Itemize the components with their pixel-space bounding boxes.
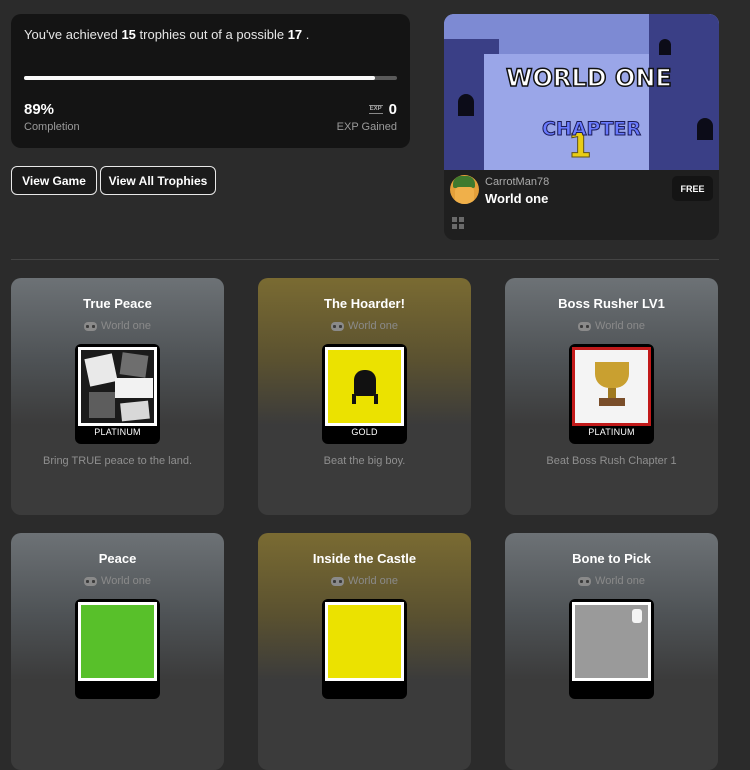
trophy-art-gold-cup — [572, 347, 651, 426]
completion-progress-bar — [24, 76, 397, 80]
trophy-description: Beat Boss Rush Chapter 1 — [546, 455, 677, 467]
gamepad-icon — [84, 321, 98, 331]
trophy-card[interactable]: Peace World one — [11, 533, 224, 770]
trophy-game: World one — [258, 575, 471, 587]
trophy-art-green — [78, 602, 157, 681]
trophy-name: True Peace — [83, 296, 152, 311]
trophy-game: World one — [11, 575, 224, 587]
completion-progress-fill — [24, 76, 375, 80]
summary-middle: trophies out of a possible — [139, 27, 285, 42]
trophy-badge — [569, 599, 654, 699]
game-card[interactable]: WORLD ONE 1 CHAPTER CarrotMan78 World on… — [444, 14, 719, 240]
trophy-description: Beat the big boy. — [323, 455, 406, 467]
trophy-badge: GOLD — [322, 344, 407, 444]
grid-icon — [452, 217, 464, 229]
game-logo-title: WORLD ONE — [505, 63, 672, 93]
gamepad-icon — [84, 576, 98, 586]
trophy-badge: PLATINUM — [569, 344, 654, 444]
trophy-name: The Hoarder! — [324, 296, 405, 311]
achieved-count: 15 — [121, 27, 136, 42]
summary-suffix: . — [305, 27, 310, 42]
view-all-trophies-button[interactable]: View All Trophies — [100, 166, 216, 195]
gamepad-icon — [578, 576, 592, 586]
trophy-game-name: World one — [348, 575, 398, 587]
total-count: 17 — [287, 27, 303, 42]
view-game-button[interactable]: View Game — [11, 166, 97, 195]
trophy-description: Bring TRUE peace to the land. — [43, 455, 192, 467]
summary-prefix: You've achieved — [24, 27, 118, 42]
game-thumbnail[interactable]: WORLD ONE 1 CHAPTER — [444, 14, 719, 170]
game-title[interactable]: World one — [485, 191, 548, 206]
trophy-tier: GOLD — [351, 427, 378, 437]
trophy-summary-card: You've achieved 15 trophies out of a pos… — [11, 14, 410, 148]
trophy-game-name: World one — [101, 575, 151, 587]
trophy-game: World one — [258, 320, 471, 332]
trophy-card[interactable]: True Peace World one PLATINUM Bring TRUE pe… — [11, 278, 224, 515]
exp-gained-value: 0 — [388, 101, 397, 118]
trophy-card[interactable]: Boss Rusher LV1 World one PLATINUM Beat Bos… — [505, 278, 718, 515]
trophy-card[interactable]: Inside the Castle World one — [258, 533, 471, 770]
trophy-badge — [322, 599, 407, 699]
price-badge: FREE — [672, 176, 713, 201]
trophy-badge: PLATINUM — [75, 344, 160, 444]
trophy-game-name: World one — [348, 320, 398, 332]
trophy-name: Boss Rusher LV1 — [558, 296, 665, 311]
trophy-badge — [75, 599, 160, 699]
trophy-art-bone — [572, 602, 651, 681]
trophy-card[interactable]: Bone to Pick World one — [505, 533, 718, 770]
trophy-name: Inside the Castle — [312, 551, 417, 566]
gamepad-icon — [331, 576, 345, 586]
creator-name[interactable]: CarrotMan78 — [485, 176, 549, 188]
game-logo-chapter: CHAPTER — [541, 118, 642, 141]
achievement-summary-text: You've achieved 15 trophies out of a pos… — [24, 27, 397, 42]
section-divider — [11, 259, 719, 260]
exp-gained-value-group: EXP 0 — [368, 101, 397, 118]
trophy-name: Peace — [98, 551, 137, 566]
trophy-tier: PLATINUM — [94, 427, 141, 437]
creator-avatar[interactable] — [450, 175, 479, 204]
trophy-game-name: World one — [101, 320, 151, 332]
trophy-game-name: World one — [595, 320, 645, 332]
exp-icon: EXP — [368, 105, 383, 114]
trophy-art-yellow — [325, 602, 404, 681]
gamepad-icon — [578, 321, 592, 331]
completion-label: Completion — [24, 121, 80, 133]
trophy-art-comic — [78, 347, 157, 426]
trophy-game: World one — [505, 575, 718, 587]
trophy-game-name: World one — [595, 575, 645, 587]
trophy-card[interactable]: The Hoarder! World one GOLD Beat the big bo… — [258, 278, 471, 515]
trophy-name: Bone to Pick — [572, 551, 651, 566]
trophy-art-creature — [325, 347, 404, 426]
trophy-game: World one — [11, 320, 224, 332]
gamepad-icon — [331, 321, 345, 331]
trophy-tier: PLATINUM — [588, 427, 635, 437]
trophy-game: World one — [505, 320, 718, 332]
completion-value: 89% — [24, 101, 55, 118]
exp-gained-label: EXP Gained — [336, 121, 397, 133]
